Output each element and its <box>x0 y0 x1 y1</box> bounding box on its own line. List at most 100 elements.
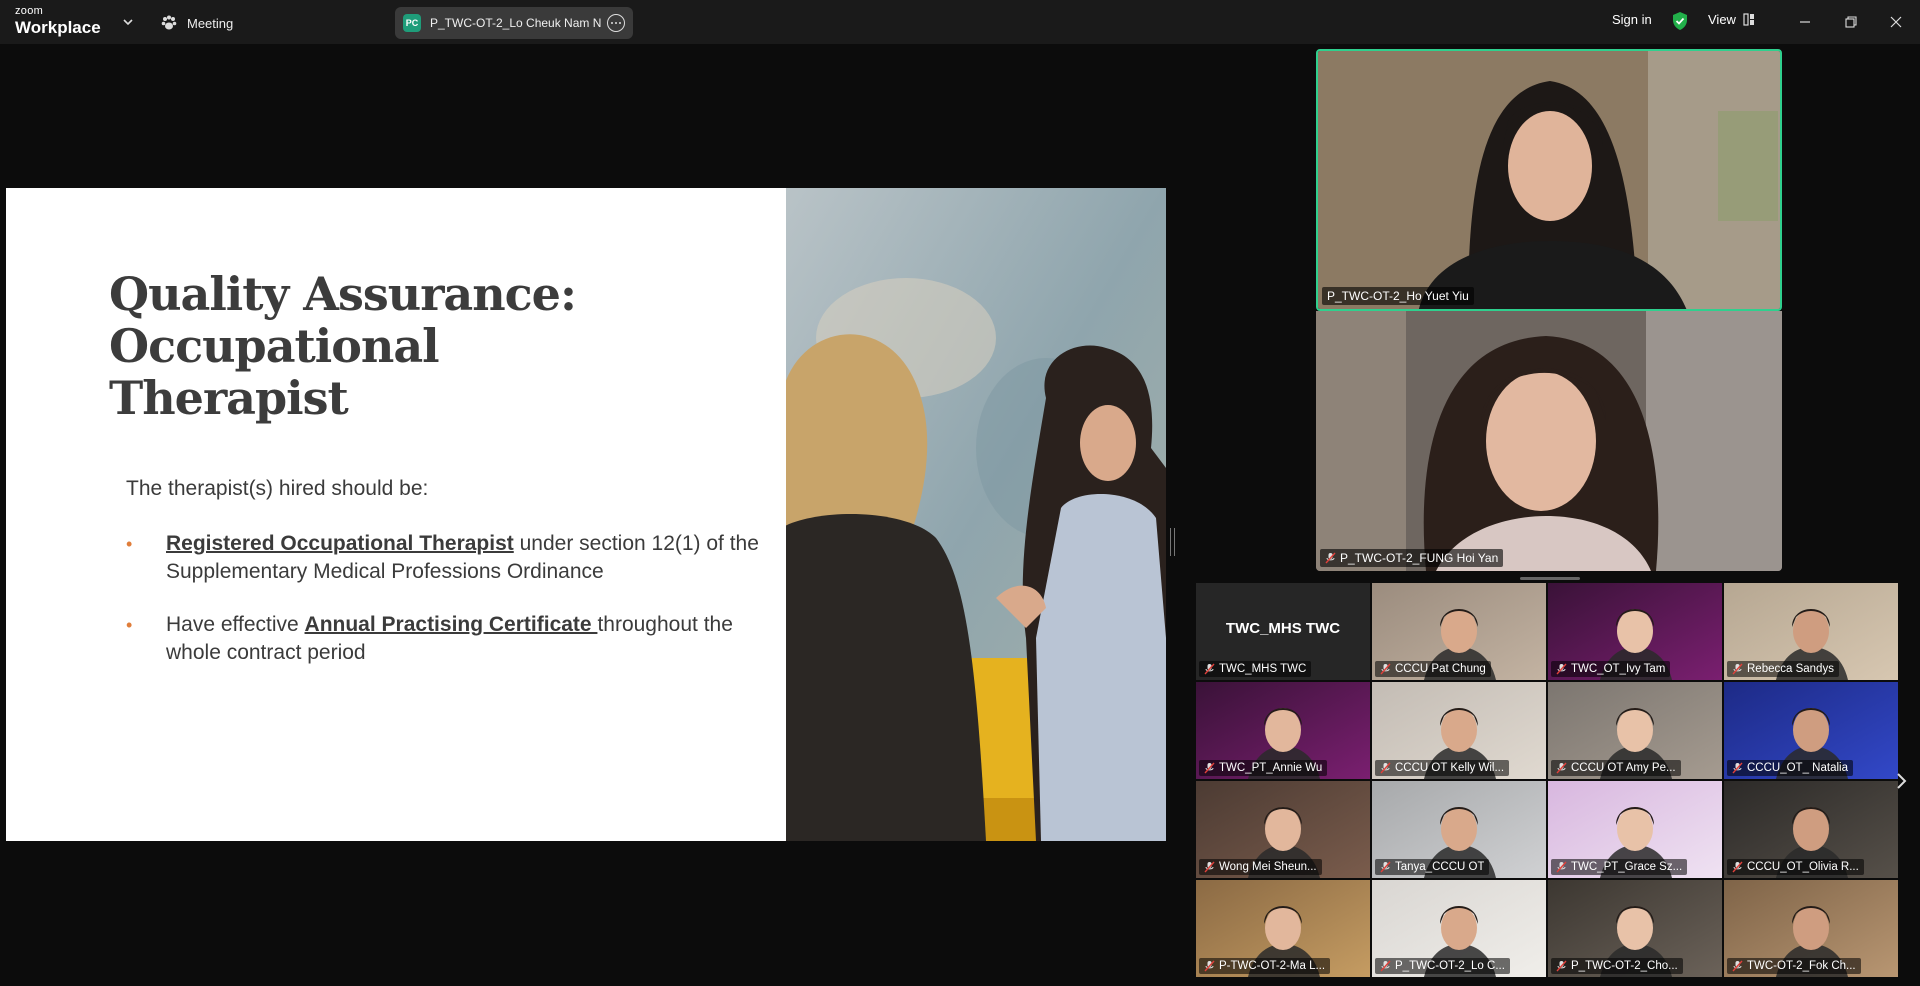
participant-tile[interactable]: P_TWC-OT-2_Lo C... <box>1372 880 1546 977</box>
participant-tile[interactable]: CCCU_OT_ Natalia <box>1724 682 1898 779</box>
participant-name-tag: TWC_OT_Ivy Tam <box>1551 661 1671 677</box>
participant-name: CCCU_OT_ Natalia <box>1747 762 1848 774</box>
chevron-right-icon[interactable] <box>1894 770 1910 792</box>
participant-tile[interactable]: P-TWC-OT-2-Ma L... <box>1196 880 1370 977</box>
slide-title: Quality Assurance: Occupational Therapis… <box>109 267 577 425</box>
meeting-button[interactable]: Meeting <box>160 12 233 34</box>
mic-muted-icon <box>1732 762 1743 774</box>
restore-button[interactable] <box>1838 9 1864 35</box>
tab-avatar: PC <box>403 14 421 32</box>
video-frame <box>1318 51 1780 309</box>
mic-muted-icon <box>1380 663 1391 675</box>
participant-name-tag: TWC_PT_Grace Sz... <box>1551 859 1688 875</box>
paw-icon <box>161 15 177 30</box>
participant-name-tag: Tanya_CCCU OT <box>1375 859 1490 875</box>
participant-name: TWC_OT_Ivy Tam <box>1571 663 1666 675</box>
participant-tile[interactable]: CCCU_OT_Olivia R... <box>1724 781 1898 878</box>
participant-name: TWC_PT_Annie Wu <box>1219 762 1323 774</box>
resize-divider-handle[interactable] <box>1170 528 1175 556</box>
mic-muted-icon <box>1732 663 1743 675</box>
close-button[interactable] <box>1883 9 1909 35</box>
participant-tile[interactable]: Wong Mei Sheun... <box>1196 781 1370 878</box>
view-button[interactable]: View <box>1708 12 1755 27</box>
participant-tile[interactable]: CCCU OT Kelly Wil... <box>1372 682 1546 779</box>
mic-muted-icon <box>1204 861 1215 873</box>
participant-name-tag: P_TWC-OT-2_Cho... <box>1551 958 1683 974</box>
logo-big-text: Workplace <box>15 18 101 37</box>
participant-tile[interactable]: P_TWC-OT-2_Cho... <box>1548 880 1722 977</box>
participant-name-tag: TWC-OT-2_Fok Ch... <box>1727 958 1861 974</box>
speaker-name: P_TWC-OT-2_FUNG Hoi Yan <box>1340 551 1499 565</box>
active-speaker-video[interactable]: P_TWC-OT-2_Ho Yuet Yiu <box>1316 49 1782 311</box>
participant-name: CCCU_OT_Olivia R... <box>1747 861 1859 873</box>
mic-muted-icon <box>1732 861 1743 873</box>
participant-name-tag: CCCU_OT_ Natalia <box>1727 760 1853 776</box>
mic-muted-icon <box>1380 762 1391 774</box>
participant-name: P_TWC-OT-2_Lo C... <box>1395 960 1505 972</box>
title-bar: zoom Workplace Meeting PC P_TWC-OT-2_Lo … <box>0 0 1920 44</box>
participant-name-tag: CCCU OT Kelly Wil... <box>1375 760 1510 776</box>
participant-name: P_TWC-OT-2_Cho... <box>1571 960 1678 972</box>
participant-name: CCCU OT Kelly Wil... <box>1395 762 1505 774</box>
panel-drag-bar[interactable] <box>1520 577 1580 580</box>
participant-name-tag: Rebecca Sandys <box>1727 661 1839 677</box>
participant-label-large: TWC_MHS TWC <box>1225 620 1341 637</box>
participant-tile[interactable]: TWC_MHS TWC TWC_MHS TWC <box>1196 583 1370 680</box>
close-icon <box>1890 16 1902 28</box>
participant-name: Tanya_CCCU OT <box>1395 861 1485 873</box>
participant-tile[interactable]: TWC_PT_Grace Sz... <box>1548 781 1722 878</box>
bullet-bold-text: Annual Practising Certificate <box>304 613 598 636</box>
mic-muted-icon <box>1732 960 1743 972</box>
participant-name: Wong Mei Sheun... <box>1219 861 1317 873</box>
participant-tile[interactable]: CCCU Pat Chung <box>1372 583 1546 680</box>
mic-muted-icon <box>1380 960 1391 972</box>
participant-name: TWC_MHS TWC <box>1219 663 1307 675</box>
meeting-label: Meeting <box>187 15 234 31</box>
mic-muted-icon <box>1204 960 1215 972</box>
participant-name-tag: TWC_PT_Annie Wu <box>1199 760 1328 776</box>
mic-muted-icon <box>1556 861 1567 873</box>
slide-intro: The therapist(s) hired should be: <box>126 477 429 500</box>
more-options-icon[interactable] <box>607 14 625 32</box>
participant-name-tag: CCCU Pat Chung <box>1375 661 1491 677</box>
mic-muted-icon <box>1556 663 1567 675</box>
slide-text-panel: Quality Assurance: Occupational Therapis… <box>6 188 786 841</box>
speaker-name-tag: P_TWC-OT-2_Ho Yuet Yiu <box>1322 287 1474 305</box>
zoom-workplace-logo: zoom Workplace <box>15 6 101 37</box>
participant-name: CCCU OT Amy Pe... <box>1571 762 1676 774</box>
minimize-button[interactable] <box>1792 9 1818 35</box>
participant-name: P-TWC-OT-2-Ma L... <box>1219 960 1326 972</box>
participant-name-tag: Wong Mei Sheun... <box>1199 859 1322 875</box>
mic-muted-icon <box>1556 762 1567 774</box>
video-frame <box>1316 311 1782 571</box>
participant-tile[interactable]: CCCU OT Amy Pe... <box>1548 682 1722 779</box>
participant-name: TWC_PT_Grace Sz... <box>1571 861 1683 873</box>
mic-muted-icon <box>1204 663 1215 675</box>
participant-tile[interactable]: Tanya_CCCU OT <box>1372 781 1546 878</box>
mic-muted-icon <box>1204 762 1215 774</box>
grid-view-icon <box>1743 13 1754 26</box>
participant-tile[interactable]: TWC_PT_Annie Wu <box>1196 682 1370 779</box>
participant-name-tag: CCCU OT Amy Pe... <box>1551 760 1681 776</box>
bullet-bold-text: Registered Occupational Therapist <box>166 532 514 555</box>
participant-tile[interactable]: Rebecca Sandys <box>1724 583 1898 680</box>
participant-name-tag: TWC_MHS TWC <box>1199 661 1312 677</box>
sign-in-button[interactable]: Sign in <box>1612 12 1652 27</box>
view-label: View <box>1708 12 1736 27</box>
participant-name-tag: CCCU_OT_Olivia R... <box>1727 859 1864 875</box>
participant-tile[interactable]: TWC-OT-2_Fok Ch... <box>1724 880 1898 977</box>
mic-muted-icon <box>1325 552 1336 564</box>
chevron-down-icon[interactable] <box>121 15 135 29</box>
slide-bullet: Registered Occupational Therapist under … <box>126 530 786 586</box>
tab-title: P_TWC-OT-2_Lo Cheuk Nam Nige <box>430 16 601 30</box>
bullet-text: Have effective <box>166 613 305 636</box>
shield-check-icon[interactable] <box>1671 11 1689 31</box>
participant-name: TWC-OT-2_Fok Ch... <box>1747 960 1856 972</box>
minimize-icon <box>1800 21 1810 23</box>
participant-tile[interactable]: TWC_OT_Ivy Tam <box>1548 583 1722 680</box>
shared-slide: Quality Assurance: Occupational Therapis… <box>6 188 1166 841</box>
speaker-video[interactable]: P_TWC-OT-2_FUNG Hoi Yan <box>1316 311 1782 571</box>
participant-name-tag: P_TWC-OT-2_Lo C... <box>1375 958 1510 974</box>
restore-icon <box>1845 16 1857 28</box>
meeting-tab[interactable]: PC P_TWC-OT-2_Lo Cheuk Nam Nige <box>395 7 633 39</box>
